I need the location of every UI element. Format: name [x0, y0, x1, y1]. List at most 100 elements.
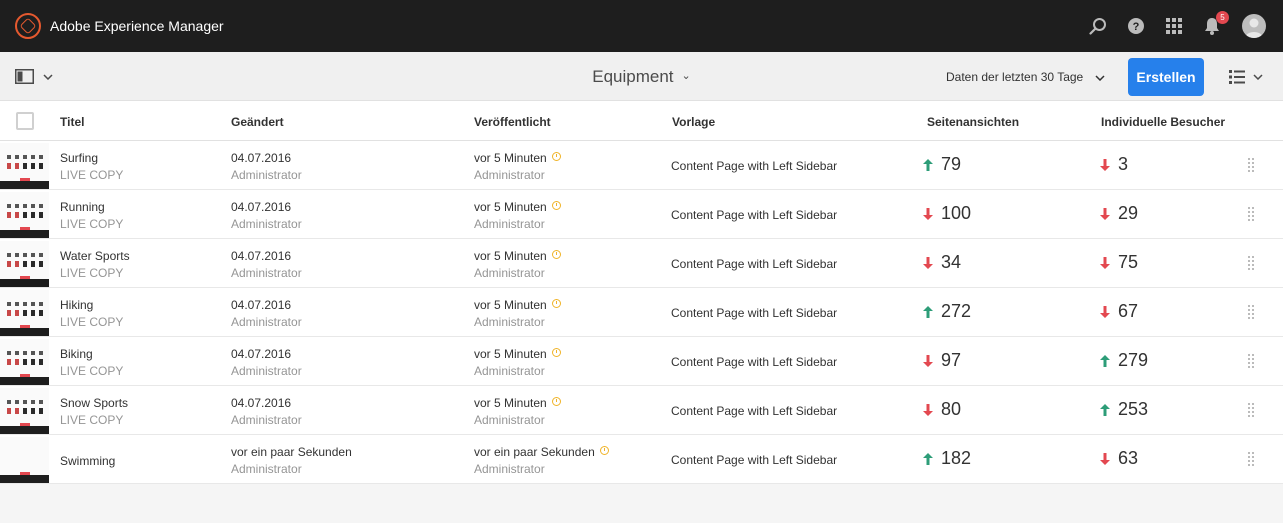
published-cell: vor 5 Minuten Administrator: [474, 249, 561, 280]
visitors-cell: 75: [1100, 252, 1138, 273]
trend-down-icon: [923, 354, 933, 367]
modified-by: Administrator: [231, 266, 302, 280]
pageviews-cell: 182: [923, 448, 971, 469]
help-icon[interactable]: ?: [1126, 16, 1146, 36]
drag-handle-icon[interactable]: [1248, 354, 1254, 368]
published-date: vor ein paar Sekunden: [474, 445, 595, 459]
table-row[interactable]: Hiking LIVE COPY 04.07.2016 Administrator vo…: [0, 288, 1283, 337]
page-thumbnail[interactable]: [0, 437, 49, 483]
table-row[interactable]: Running LIVE COPY 04.07.2016 Administrator v…: [0, 190, 1283, 239]
aem-logo-icon[interactable]: [15, 13, 41, 39]
page-title-label: Equipment: [592, 67, 674, 86]
trend-up-icon: [1100, 354, 1110, 367]
published-by: Administrator: [474, 315, 545, 329]
page-title-text: Hiking: [60, 298, 94, 312]
visitors-value: 63: [1118, 448, 1139, 468]
shell-actions: ? 5: [1070, 0, 1266, 52]
title-cell: Surfing LIVE COPY: [60, 151, 123, 182]
trend-down-icon: [1100, 256, 1110, 269]
table-row[interactable]: Biking LIVE COPY 04.07.2016 Administrator vo…: [0, 337, 1283, 386]
chevron-down-icon: ⌄: [681, 70, 691, 82]
modified-by: Administrator: [231, 315, 302, 329]
visitors-cell: 29: [1100, 203, 1138, 224]
published-by: Administrator: [474, 364, 545, 378]
select-all-checkbox[interactable]: [16, 112, 34, 130]
published-cell: vor 5 Minuten Administrator: [474, 200, 561, 231]
published-cell: vor ein paar Sekunden Administrator: [474, 445, 609, 476]
grid-icon[interactable]: [1164, 16, 1184, 36]
published-by: Administrator: [474, 413, 545, 427]
page-thumbnail[interactable]: [0, 241, 49, 287]
search-icon[interactable]: [1088, 16, 1108, 36]
trend-down-icon: [1100, 158, 1110, 171]
page-thumbnail[interactable]: [0, 143, 49, 189]
published-date: vor 5 Minuten: [474, 200, 547, 214]
page-title-text: Snow Sports: [60, 396, 129, 410]
template-cell: Content Page with Left Sidebar: [671, 257, 838, 271]
trend-up-icon: [923, 305, 933, 318]
page-thumbnail[interactable]: [0, 192, 49, 238]
column-header-visitors[interactable]: Individuelle Besucher: [1101, 115, 1225, 129]
app-title[interactable]: Adobe Experience Manager: [50, 18, 224, 34]
avatar[interactable]: [1242, 14, 1266, 38]
pageviews-value: 79: [941, 154, 962, 174]
drag-handle-icon[interactable]: [1248, 452, 1254, 466]
drag-handle-icon[interactable]: [1248, 158, 1254, 172]
column-header-pageviews[interactable]: Seitenansichten: [927, 115, 1019, 129]
visitors-value: 29: [1118, 203, 1139, 223]
column-header-title[interactable]: Titel: [60, 115, 84, 129]
table-row[interactable]: Water Sports LIVE COPY 04.07.2016 Administr…: [0, 239, 1283, 288]
page-thumbnail[interactable]: [0, 339, 49, 385]
pageviews-cell: 100: [923, 203, 971, 224]
trend-up-icon: [923, 158, 933, 171]
published-cell: vor 5 Minuten Administrator: [474, 151, 561, 182]
date-range-label: Daten der letzten 30 Tage: [946, 70, 1084, 84]
column-header-template[interactable]: Vorlage: [672, 115, 715, 129]
published-cell: vor 5 Minuten Administrator: [474, 396, 561, 427]
live-copy-label: LIVE COPY: [60, 315, 124, 329]
modified-date: 04.07.2016: [231, 347, 292, 361]
page-title-text: Swimming: [60, 454, 116, 468]
drag-handle-icon[interactable]: [1248, 403, 1254, 417]
column-header-published[interactable]: Veröffentlicht: [474, 115, 551, 129]
table-row[interactable]: Swimming vor ein paar Sekunden Administrat…: [0, 435, 1283, 484]
drag-handle-icon[interactable]: [1248, 305, 1254, 319]
template-cell: Content Page with Left Sidebar: [671, 355, 838, 369]
create-button[interactable]: Erstellen: [1128, 58, 1204, 96]
date-range-select[interactable]: Daten der letzten 30 Tage: [946, 70, 1105, 84]
view-switcher[interactable]: [1229, 70, 1263, 84]
clock-icon: [551, 299, 561, 308]
bell-icon[interactable]: 5: [1202, 11, 1229, 36]
modified-cell: 04.07.2016 Administrator: [231, 151, 302, 182]
table-body: Surfing LIVE COPY 04.07.2016 Administrator v…: [0, 141, 1283, 484]
published-cell: vor 5 Minuten Administrator: [474, 347, 561, 378]
page-thumbnail[interactable]: [0, 290, 49, 336]
pageviews-cell: 79: [923, 154, 961, 175]
template-cell: Content Page with Left Sidebar: [671, 306, 838, 320]
published-by: Administrator: [474, 217, 545, 231]
pageviews-cell: 80: [923, 399, 961, 420]
live-copy-label: LIVE COPY: [60, 168, 124, 182]
visitors-value: 75: [1118, 252, 1139, 272]
published-by: Administrator: [474, 168, 545, 182]
drag-handle-icon[interactable]: [1248, 207, 1254, 221]
page-thumbnail[interactable]: [0, 388, 49, 434]
column-header-modified[interactable]: Geändert: [231, 115, 284, 129]
table-row[interactable]: Snow Sports LIVE COPY 04.07.2016 Administra…: [0, 386, 1283, 435]
pageviews-value: 97: [941, 350, 962, 370]
modified-date: vor ein paar Sekunden: [231, 445, 352, 459]
live-copy-label: LIVE COPY: [60, 217, 124, 231]
trend-down-icon: [923, 207, 933, 220]
pageviews-cell: 272: [923, 301, 971, 322]
modified-by: Administrator: [231, 413, 302, 427]
trend-down-icon: [923, 256, 933, 269]
chevron-down-icon: [1253, 74, 1263, 80]
drag-handle-icon[interactable]: [1248, 256, 1254, 270]
template-cell: Content Page with Left Sidebar: [671, 159, 838, 173]
pageviews-value: 100: [941, 203, 972, 223]
table-header: Titel Geändert Veröffentlicht Vorlage Se…: [0, 101, 1283, 141]
table-row[interactable]: Surfing LIVE COPY 04.07.2016 Administrator v…: [0, 141, 1283, 190]
visitors-cell: 3: [1100, 154, 1128, 175]
title-cell: Snow Sports LIVE COPY: [60, 396, 128, 427]
modified-by: Administrator: [231, 364, 302, 378]
